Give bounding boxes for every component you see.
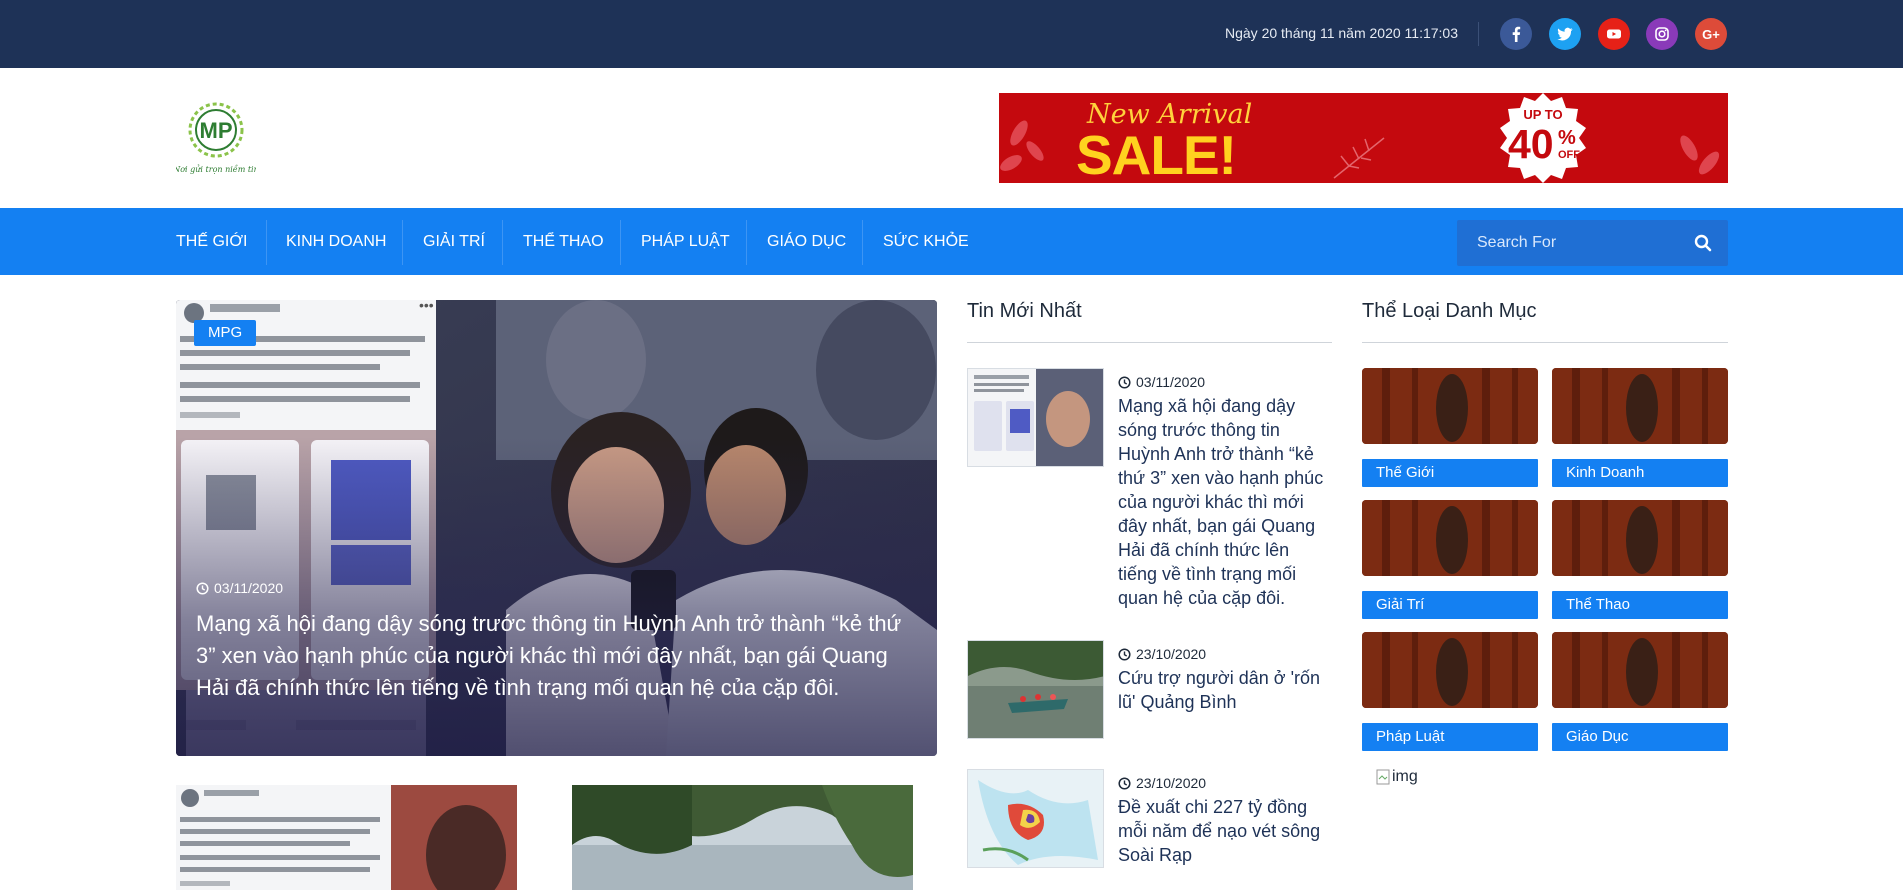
featured-date-text: 03/11/2020 <box>214 580 284 596</box>
broken-image-alt: img <box>1392 768 1418 785</box>
category-image[interactable] <box>1552 632 1728 708</box>
category-image[interactable] <box>1362 632 1538 708</box>
latest-heading-line <box>967 342 1332 343</box>
search-box <box>1457 220 1728 266</box>
news-date-text: 23/10/2020 <box>1136 646 1207 662</box>
search-icon[interactable] <box>1694 234 1712 252</box>
instagram-icon[interactable] <box>1646 18 1678 50</box>
broken-image: img <box>1376 768 1418 786</box>
news-date-text: 23/10/2020 <box>1136 775 1207 791</box>
nav-divider <box>266 220 267 265</box>
nav-item-suc-khoe[interactable]: SỨC KHỎE <box>883 208 969 275</box>
nav-item-giao-duc[interactable]: GIÁO DỤC <box>767 208 846 275</box>
news-title[interactable]: Mạng xã hội đang dậy sóng trước thông ti… <box>1118 394 1332 610</box>
news-thumbnail[interactable] <box>967 769 1104 868</box>
news-title[interactable]: Đề xuất chi 227 tỷ đồng mỗi năm để nạo v… <box>1118 795 1332 867</box>
latest-heading: Tin Mới Nhất <box>967 300 1082 322</box>
news-date-text: 03/11/2020 <box>1136 374 1206 390</box>
news-thumbnail[interactable] <box>967 640 1104 739</box>
svg-text:MP: MP <box>200 118 233 143</box>
facebook-icon[interactable] <box>1500 18 1532 50</box>
categories-heading: Thể Loại Danh Mục <box>1362 300 1537 322</box>
clock-icon <box>1118 776 1131 790</box>
category-label[interactable]: Giáo Dục <box>1552 723 1728 751</box>
nav-divider <box>502 220 503 265</box>
nav-divider <box>862 220 863 265</box>
nav-item-the-gioi[interactable]: THẾ GIỚI <box>176 208 248 275</box>
featured-date: 03/11/2020 <box>196 580 283 596</box>
news-date: 03/11/2020 <box>1118 374 1205 390</box>
news-date: 23/10/2020 <box>1118 646 1206 662</box>
news-date: 23/10/2020 <box>1118 775 1206 791</box>
ad-banner[interactable]: New Arrival SALE! UP TO 40 % OFF <box>999 93 1728 183</box>
category-tag[interactable]: MPG <box>194 320 257 346</box>
nav-divider <box>620 220 621 265</box>
nav-item-giai-tri[interactable]: GIẢI TRÍ <box>423 208 485 275</box>
category-image[interactable] <box>1362 368 1538 444</box>
badge-upto: UP TO <box>1523 107 1563 122</box>
categories-heading-line <box>1362 342 1728 343</box>
svg-text:Nơi gửi trọn niềm tin: Nơi gửi trọn niềm tin <box>176 165 256 174</box>
clock-icon <box>196 581 209 595</box>
category-label[interactable]: Thể Thao <box>1552 591 1728 619</box>
category-label[interactable]: Thế Giới <box>1362 459 1538 487</box>
nav-divider <box>402 220 403 265</box>
badge-percent-sign: % <box>1558 127 1576 149</box>
clock-icon <box>1118 647 1131 661</box>
article-thumbnail[interactable] <box>176 785 517 890</box>
discount-badge: UP TO 40 % OFF <box>1496 93 1590 183</box>
banner-sale: SALE! <box>1076 124 1237 183</box>
badge-percent: 40 <box>1508 121 1554 167</box>
top-bar: Ngày 20 tháng 11 năm 2020 11:17:03 G+ <box>0 0 1903 68</box>
nav-item-the-thao[interactable]: THỂ THAO <box>523 208 604 275</box>
topbar-divider <box>1478 22 1479 46</box>
nav-item-kinh-doanh[interactable]: KINH DOANH <box>286 208 386 275</box>
category-image[interactable] <box>1552 368 1728 444</box>
featured-article[interactable]: ••• MPG 03/11/2020 Mạng xã hội đang dậy … <box>176 300 937 756</box>
featured-title[interactable]: Mạng xã hội đang dậy sóng trước thông ti… <box>196 608 916 704</box>
news-title[interactable]: Cứu trợ người dân ở 'rốn lũ' Quảng Bình <box>1118 666 1332 714</box>
news-thumbnail[interactable] <box>967 368 1104 467</box>
youtube-icon[interactable] <box>1598 18 1630 50</box>
category-image[interactable] <box>1552 500 1728 576</box>
category-label[interactable]: Pháp Luật <box>1362 723 1538 751</box>
category-label[interactable]: Kinh Doanh <box>1552 459 1728 487</box>
category-image[interactable] <box>1362 500 1538 576</box>
current-datetime: Ngày 20 tháng 11 năm 2020 11:17:03 <box>1225 25 1458 41</box>
category-label[interactable]: Giải Trí <box>1362 591 1538 619</box>
nav-item-phap-luat[interactable]: PHÁP LUẬT <box>641 208 730 275</box>
clock-icon <box>1118 375 1131 389</box>
nav-divider <box>746 220 747 265</box>
twitter-icon[interactable] <box>1549 18 1581 50</box>
search-input[interactable] <box>1457 220 1687 266</box>
broken-image-icon <box>1376 769 1390 785</box>
article-thumbnail[interactable] <box>572 785 913 890</box>
site-logo[interactable]: MP Nơi gửi trọn niềm tin <box>172 100 259 176</box>
badge-off: OFF <box>1558 149 1580 161</box>
google-plus-icon[interactable]: G+ <box>1695 18 1727 50</box>
